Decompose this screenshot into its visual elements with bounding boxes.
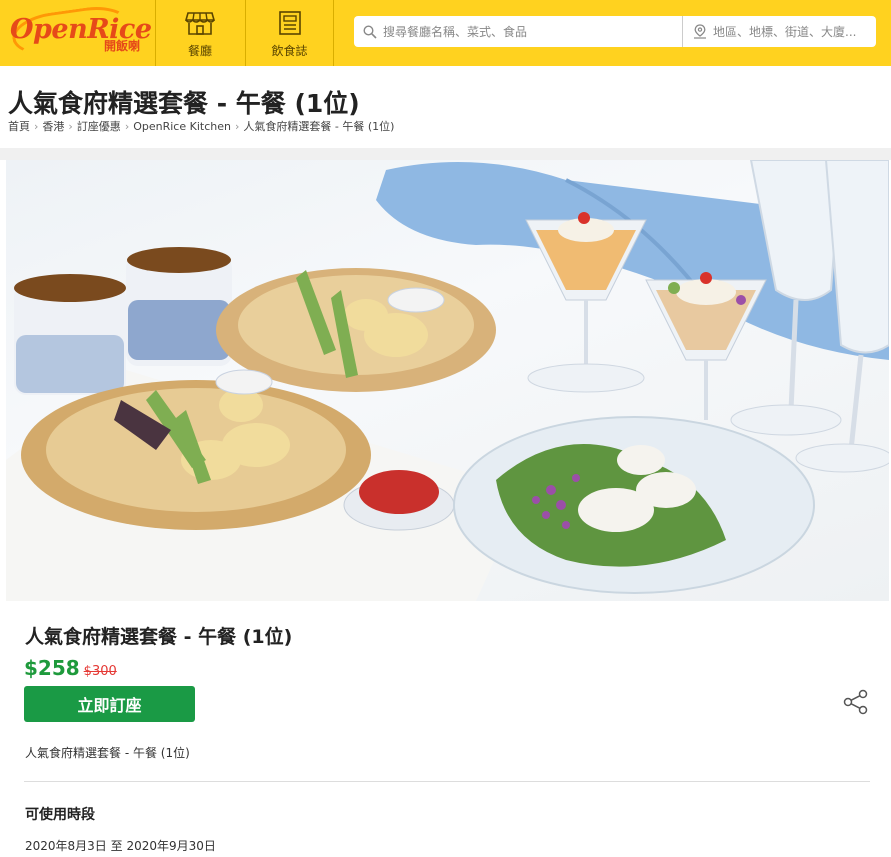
price-row: $258 $300 bbox=[24, 656, 117, 680]
location-pin-icon bbox=[694, 24, 706, 39]
availability-period: 2020年8月3日 至 2020年9月30日 bbox=[25, 839, 216, 853]
breadcrumb: 首頁 › 香港 › 訂座優惠 › OpenRice Kitchen › 人氣食府… bbox=[8, 118, 394, 134]
storefront-icon bbox=[185, 12, 215, 35]
original-price: $300 bbox=[83, 664, 117, 679]
openrice-logo[interactable]: OpenRice 開飯喇 bbox=[8, 1, 152, 62]
chevron-right-icon: › bbox=[234, 119, 240, 133]
deal-title: 人氣食府精選套餐 - 午餐 (1位) bbox=[25, 626, 293, 648]
deal-hero-image bbox=[6, 160, 889, 601]
search-bar bbox=[354, 16, 876, 47]
nav-restaurants[interactable]: 餐廳 bbox=[155, 0, 244, 66]
keyword-search-input[interactable] bbox=[383, 24, 682, 39]
chevron-right-icon: › bbox=[34, 119, 39, 133]
breadcrumb-booking-offers[interactable]: 訂座優惠 bbox=[77, 118, 121, 134]
availability-heading: 可使用時段 bbox=[25, 807, 95, 823]
section-divider-bar bbox=[0, 148, 891, 160]
breadcrumb-restaurant[interactable]: OpenRice Kitchen bbox=[133, 120, 231, 133]
keyword-search[interactable] bbox=[354, 16, 683, 47]
nav-restaurants-label: 餐廳 bbox=[187, 44, 212, 58]
chevron-right-icon: › bbox=[68, 119, 73, 133]
nav-magazine-label: 飲食誌 bbox=[271, 44, 308, 58]
magazine-icon bbox=[278, 11, 301, 35]
deal-price: $258 bbox=[24, 656, 80, 680]
page-title: 人氣食府精選套餐 - 午餐 (1位) bbox=[8, 89, 360, 118]
breadcrumb-region[interactable]: 香港 bbox=[42, 118, 64, 134]
deal-description: 人氣食府精選套餐 - 午餐 (1位) bbox=[25, 746, 190, 760]
search-icon bbox=[363, 24, 377, 39]
location-search-input[interactable] bbox=[713, 24, 876, 39]
nav-magazine[interactable]: 飲食誌 bbox=[245, 0, 334, 66]
share-icon[interactable] bbox=[842, 688, 870, 716]
content-divider bbox=[24, 781, 870, 782]
breadcrumb-current: 人氣食府精選套餐 - 午餐 (1位) bbox=[243, 120, 395, 133]
chevron-right-icon: › bbox=[124, 119, 130, 133]
breadcrumb-home[interactable]: 首頁 bbox=[8, 118, 30, 134]
book-now-button[interactable]: 立即訂座 bbox=[24, 686, 195, 722]
logo-subtext: 開飯喇 bbox=[104, 39, 141, 53]
location-search[interactable] bbox=[684, 16, 876, 47]
top-header: OpenRice 開飯喇 餐廳 飲食誌 bbox=[0, 0, 891, 66]
